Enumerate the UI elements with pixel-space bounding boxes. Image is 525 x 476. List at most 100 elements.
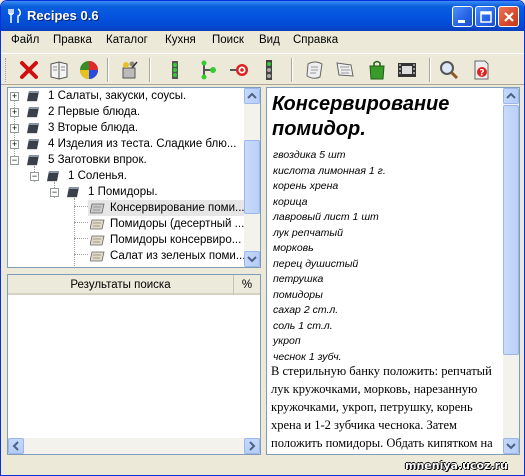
menu-file[interactable]: Файл [11,34,39,46]
recipe-page-icon [90,203,105,214]
ingredient: помидоры [273,288,323,301]
search-results-panel[interactable]: Результаты поиска % [7,274,261,455]
scroll-open-icon[interactable] [333,58,357,82]
toolbar-grip[interactable] [5,58,8,82]
results-header: Результаты поиска % [8,275,260,295]
tree-item-label: 4 Изделия из теста. Сладкие блю... [48,138,237,150]
menu-edit[interactable]: Правка [53,34,92,46]
results-title-column[interactable]: Результаты поиска [8,275,234,295]
delete-icon[interactable] [17,58,41,82]
recipe-page-icon [90,251,105,262]
recipe-view[interactable]: Консервирование помидор. гвоздика 5 шт к… [266,87,520,455]
menu-catalog[interactable]: Каталог [106,34,148,46]
expand-button[interactable]: + [10,140,19,149]
tree-item-label: 1 Салаты, закуски, соусы. [48,90,187,102]
ingredient: кислота лимонная 1 г. [273,164,386,177]
expand-button[interactable]: + [10,92,19,101]
wizard-icon[interactable] [117,58,141,82]
ingredient: лук репчатый [273,226,343,239]
recipe-page-icon [90,235,105,246]
app-window: Recipes 0.6 Файл Правка Каталог Кухня По… [0,0,525,476]
tree-connector [74,254,88,255]
app-icon [7,8,23,24]
scroll-thumb[interactable] [503,105,519,355]
results-hscrollbar[interactable] [8,438,260,454]
tree-item-selected[interactable]: Консервирование поми... [88,200,245,216]
close-button[interactable] [498,6,519,27]
scroll-down-arrow[interactable] [503,438,519,454]
ingredient: укроп [273,335,301,347]
tree-item-label: 2 Первые блюда. [48,106,141,118]
expand-button[interactable]: + [10,108,19,117]
menu-view[interactable]: Вид [259,34,280,46]
scroll-down-arrow[interactable] [244,251,260,267]
menu-help[interactable]: Справка [293,34,338,46]
scroll-left-arrow[interactable] [8,438,24,454]
ingredient: перец душистый [273,257,359,270]
scroll-up-arrow[interactable] [503,88,519,104]
ingredients-list: гвоздика 5 шт кислота лимонная 1 г. коре… [273,148,498,365]
menu-search[interactable]: Поиск [212,34,244,46]
tree-item-label: Салат из зеленых поми... [110,250,246,262]
tree-item-label: 1 Помидоры. [88,186,158,198]
tree-level-icon[interactable] [163,58,187,82]
menu-cuisine[interactable]: Кухня [165,34,196,46]
magnifier-icon[interactable] [437,58,461,82]
bag-icon[interactable] [365,58,389,82]
recipe-tree[interactable]: + 1 Салаты, закуски, соусы. + 2 Первые б… [7,87,261,268]
target-icon[interactable] [227,58,251,82]
book-icon [27,155,39,166]
expand-button[interactable]: + [10,124,19,133]
tree-item[interactable]: − 5 Заготовки впрок. [8,152,244,168]
toolbar-separator [107,58,109,82]
tree-item[interactable]: + 1 Салаты, закуски, соусы. [8,88,244,104]
collapse-button[interactable]: − [50,188,59,197]
tree-item[interactable]: + 2 Первые блюда. [8,104,244,120]
help-icon[interactable]: ? [469,58,493,82]
maximize-button[interactable] [475,6,496,27]
scroll-thumb[interactable] [244,140,260,214]
film-icon[interactable] [395,58,419,82]
recipe-instructions: В стерильную банку положить: репчатый лу… [271,364,493,450]
scroll-right-arrow[interactable] [244,438,260,454]
title-bar[interactable]: Recipes 0.6 [1,1,524,31]
open-book-icon[interactable] [47,58,71,82]
tree-item[interactable]: − 1 Соленья. [8,168,244,184]
ingredient: гвоздика 5 шт [273,149,346,161]
book-icon [67,187,79,198]
window-title: Recipes 0.6 [27,8,99,23]
tree-item[interactable]: Помидоры (десертный ... [88,216,244,232]
tree-branch-icon[interactable] [197,58,221,82]
traffic-light-icon[interactable] [257,58,281,82]
tree-item-label: Помидоры (десертный ... [110,218,245,230]
tree-connector [74,222,88,223]
collapse-button[interactable]: − [10,156,19,165]
tree-item[interactable]: Помидоры консервиро... [88,232,244,248]
scroll-up-arrow[interactable] [244,88,260,104]
toolbar: ? [1,53,524,85]
colors-icon[interactable] [77,58,101,82]
minimize-button[interactable] [452,6,473,27]
collapse-button[interactable]: − [30,172,39,181]
recipe-scrollbar[interactable] [503,88,519,454]
ingredient: корица [273,195,308,208]
tree-item[interactable]: + 3 Вторые блюда. [8,120,244,136]
book-icon [27,139,39,150]
ingredient: соль 1 ст.л. [273,319,333,332]
tree-item-label: 3 Вторые блюда. [48,122,139,134]
ingredient: корень хрена [273,180,339,192]
book-icon [27,123,39,134]
toolbar-separator [429,58,431,82]
scroll-icon[interactable] [303,58,327,82]
tree-item-label: 1 Соленья. [68,170,127,182]
results-percent-column[interactable]: % [234,275,260,295]
recipe-page-icon [90,219,105,230]
watermark: mneniya.ucoz.ru [405,459,508,472]
tree-scrollbar[interactable] [244,88,260,267]
recipe-title: Консервирование помидор. [272,93,450,140]
svg-text:?: ? [479,69,484,79]
tree-item[interactable]: − 1 Помидоры. [8,184,244,200]
ingredient: морковь [273,242,314,254]
tree-item[interactable]: Салат из зеленых поми... [88,248,246,264]
tree-item[interactable]: + 4 Изделия из теста. Сладкие блю... [8,136,244,152]
